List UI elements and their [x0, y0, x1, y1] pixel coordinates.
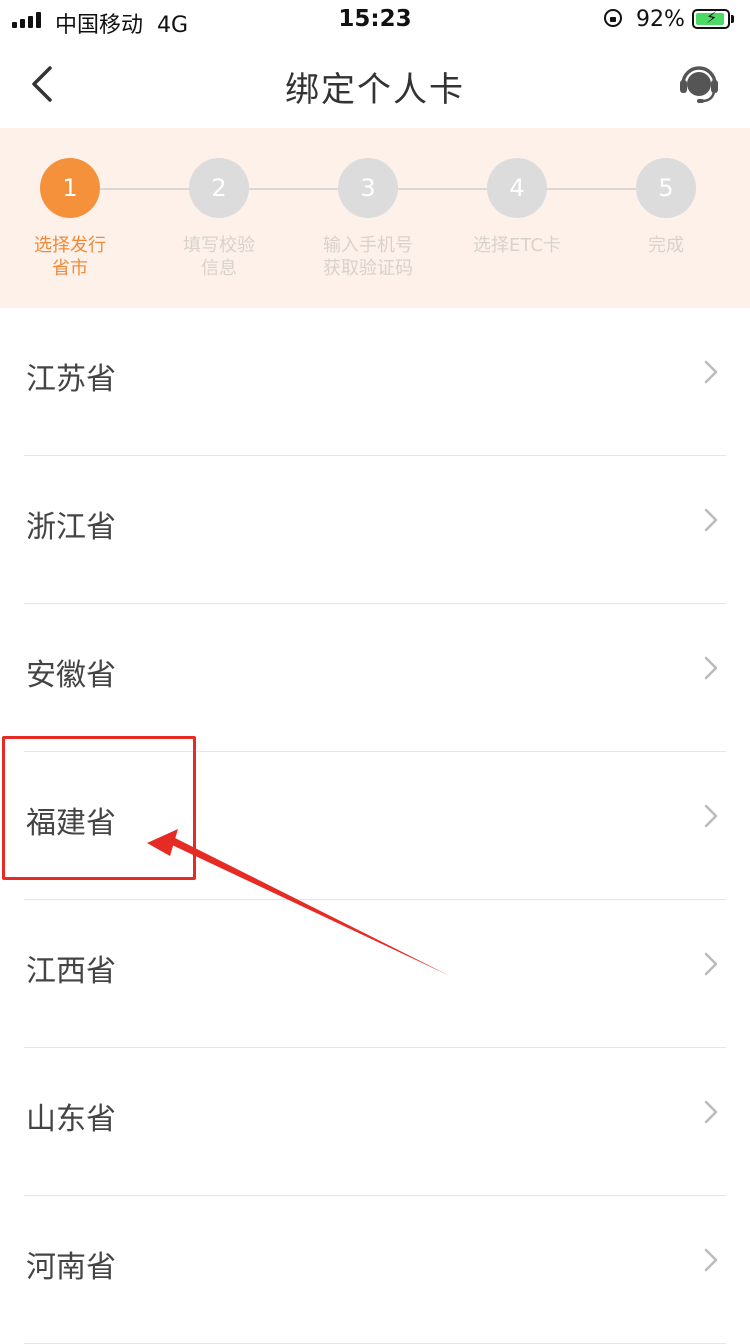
step-label: 选择ETC卡 — [473, 235, 561, 256]
battery-percentage: 92% — [636, 7, 685, 32]
step-2: 2 填写校验 信息 — [149, 158, 289, 280]
status-bar: 中国移动 4G 15:23 92% ⚡ — [0, 0, 750, 40]
rotation-lock-icon — [604, 9, 622, 27]
step-1: 1 选择发行 省市 — [0, 158, 140, 280]
step-number: 1 — [40, 158, 100, 218]
province-label: 江苏省 — [26, 362, 116, 397]
step-number: 2 — [189, 158, 249, 218]
chevron-right-icon — [704, 508, 718, 532]
step-label: 完成 — [648, 235, 684, 256]
province-item-jiangxi[interactable]: 江西省 — [0, 900, 750, 1048]
chevron-right-icon — [704, 1248, 718, 1272]
navigation-bar: 绑定个人卡 — [0, 40, 750, 128]
province-label: 河南省 — [26, 1250, 116, 1285]
step-4: 4 选择ETC卡 — [447, 158, 587, 257]
province-item-shandong[interactable]: 山东省 — [0, 1048, 750, 1196]
province-label: 安徽省 — [26, 658, 116, 693]
province-label: 浙江省 — [26, 510, 116, 545]
step-number: 4 — [487, 158, 547, 218]
chevron-right-icon — [704, 1100, 718, 1124]
step-3: 3 输入手机号 获取验证码 — [298, 158, 438, 280]
step-label: 输入手机号 获取验证码 — [323, 235, 413, 279]
province-label: 山东省 — [26, 1102, 116, 1137]
battery-cap — [731, 15, 734, 23]
province-item-anhui[interactable]: 安徽省 — [0, 604, 750, 752]
chevron-right-icon — [704, 804, 718, 828]
progress-stepper: 1 选择发行 省市 2 填写校验 信息 3 输入手机号 获取验证码 4 选择ET… — [0, 128, 750, 308]
chevron-right-icon — [704, 656, 718, 680]
province-label: 江西省 — [26, 954, 116, 989]
step-number: 5 — [636, 158, 696, 218]
battery-charging-icon: ⚡ — [692, 9, 730, 29]
province-item-jiangsu[interactable]: 江苏省 — [0, 308, 750, 456]
province-item-henan[interactable]: 河南省 — [0, 1196, 750, 1344]
chevron-right-icon — [704, 360, 718, 384]
charging-bolt-icon: ⚡ — [706, 8, 718, 27]
step-number: 3 — [338, 158, 398, 218]
page-title: 绑定个人卡 — [285, 70, 465, 110]
headset-icon[interactable] — [678, 62, 720, 104]
annotation-highlight-box — [2, 736, 196, 880]
chevron-right-icon — [704, 952, 718, 976]
province-item-zhejiang[interactable]: 浙江省 — [0, 456, 750, 604]
step-label: 选择发行 省市 — [34, 235, 106, 279]
step-5: 5 完成 — [596, 158, 736, 257]
step-label: 填写校验 信息 — [183, 235, 255, 279]
